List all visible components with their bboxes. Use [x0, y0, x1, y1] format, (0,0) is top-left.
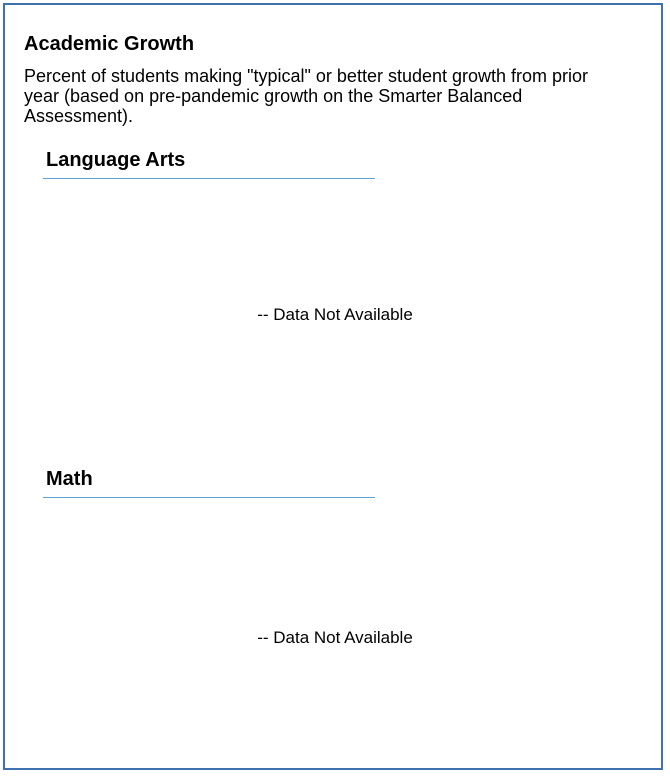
math-data-not-available: -- Data Not Available — [257, 628, 413, 647]
math-heading: Math — [46, 468, 93, 490]
math-section: Math — [43, 467, 375, 498]
language-arts-data-not-available: -- Data Not Available — [257, 305, 413, 324]
card-title: Academic Growth — [24, 33, 195, 55]
language-arts-section: Language Arts — [43, 148, 375, 179]
language-arts-divider — [43, 178, 375, 179]
academic-growth-card: Academic Growth Percent of students maki… — [3, 3, 663, 770]
card-description: Percent of students making "typical" or … — [24, 66, 589, 126]
language-arts-heading: Language Arts — [46, 149, 186, 171]
math-divider — [43, 497, 375, 498]
